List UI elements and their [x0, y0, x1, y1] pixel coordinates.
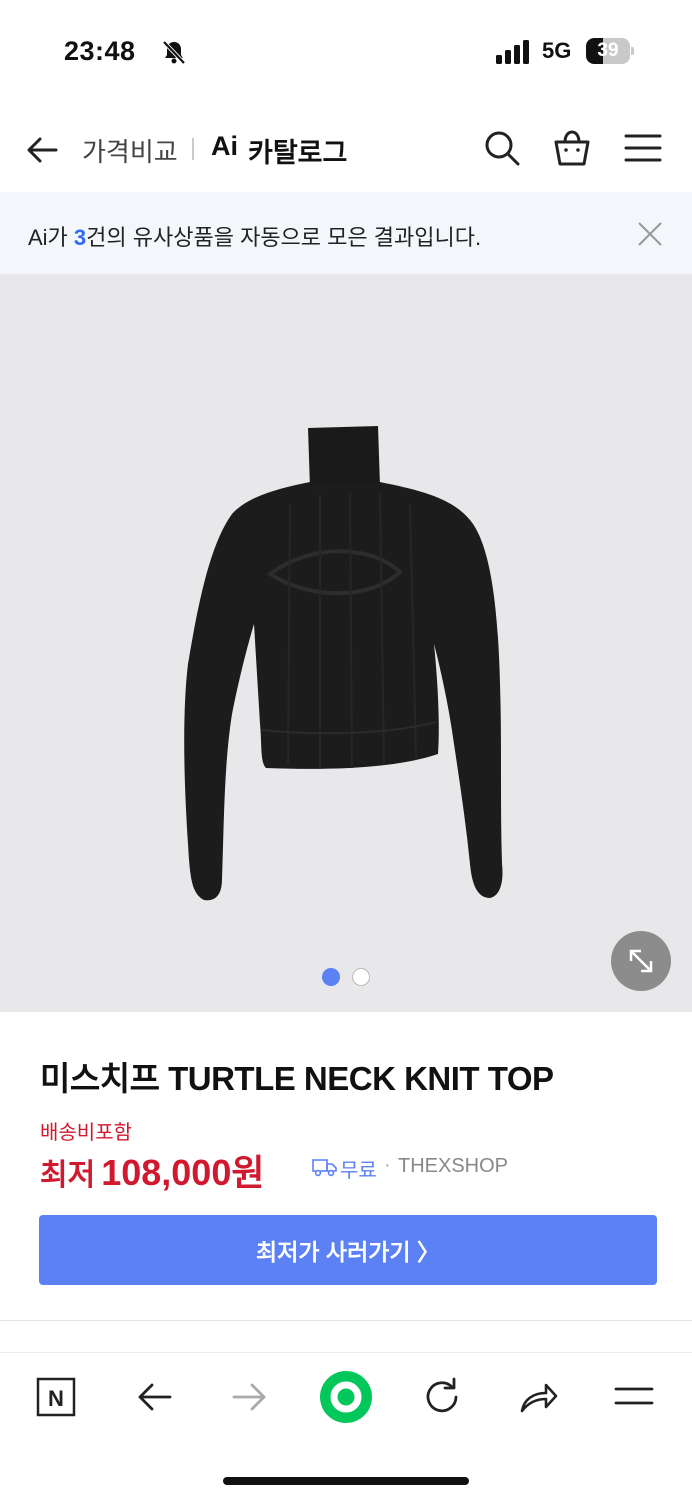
network-type: 5G: [542, 38, 572, 63]
lowest-price: 최저 108,000원: [40, 1144, 264, 1193]
home-indicator[interactable]: [223, 1477, 469, 1485]
notice-prefix: Ai가: [28, 225, 74, 250]
seller-name[interactable]: THEXSHOP: [398, 1155, 508, 1178]
menu-icon[interactable]: [624, 128, 664, 168]
forward-arrow-icon[interactable]: [228, 1375, 272, 1419]
status-time: 23:48: [64, 36, 136, 66]
ai-notice-banner: Ai가 3건의 유사상품을 자동으로 모은 결과입니다.: [0, 192, 692, 274]
truck-icon: [312, 1159, 337, 1177]
green-dot-icon[interactable]: [318, 1369, 374, 1425]
price-value: 108,000원: [101, 1152, 265, 1193]
section-divider: [0, 1320, 692, 1321]
gallery-pagination: [322, 968, 370, 986]
price-prefix: 최저: [40, 1159, 96, 1192]
breadcrumb-separator: [192, 138, 194, 160]
reload-icon[interactable]: [420, 1375, 464, 1419]
gallery-dot-2[interactable]: [352, 968, 370, 986]
back-arrow-icon[interactable]: [22, 130, 62, 170]
gallery-dot-1[interactable]: [322, 968, 340, 986]
breadcrumb-ai-logo: Ai: [211, 131, 238, 161]
battery-icon: 39: [586, 38, 634, 64]
breadcrumb-price-compare[interactable]: 가격비교: [82, 132, 178, 169]
back-arrow-icon[interactable]: [132, 1375, 176, 1419]
breadcrumb-catalog[interactable]: 카탈로그: [248, 131, 347, 170]
status-bar: 23:48 5G 39: [0, 0, 692, 100]
menu-icon[interactable]: [612, 1375, 656, 1419]
browser-toolbar: N: [0, 1352, 692, 1440]
notice-count: 3: [73, 225, 87, 250]
bell-off-icon: [162, 40, 186, 65]
product-title: 미스치프 TURTLE NECK KNIT TOP: [40, 1060, 554, 1097]
shopping-bag-icon[interactable]: [552, 128, 592, 168]
share-icon[interactable]: [516, 1375, 560, 1419]
separator-dot: ·: [384, 1154, 391, 1176]
naver-home-icon[interactable]: N: [34, 1375, 78, 1419]
product-image-turtleneck: [184, 426, 503, 901]
app-header: 가격비교 Ai 카탈로그: [0, 110, 692, 188]
buy-lowest-price-button[interactable]: 최저가 사러가기 〉: [39, 1215, 657, 1285]
search-icon[interactable]: [482, 128, 522, 168]
close-icon[interactable]: [636, 220, 664, 248]
expand-icon: [629, 949, 653, 973]
free-shipping-label: 무료: [340, 1160, 377, 1182]
product-image-gallery[interactable]: [0, 274, 692, 1012]
expand-image-button[interactable]: [611, 931, 671, 991]
shipping-included-note: 배송비포함: [40, 1122, 132, 1144]
battery-percent: 39: [597, 40, 619, 61]
notice-text: Ai가 3건의 유사상품을 자동으로 모은 결과입니다.: [28, 220, 481, 252]
n-logo: N: [48, 1386, 64, 1411]
cellular-signal-icon: [496, 40, 529, 64]
notice-suffix: 건의 유사상품을 자동으로 모은 결과입니다.: [86, 225, 482, 250]
